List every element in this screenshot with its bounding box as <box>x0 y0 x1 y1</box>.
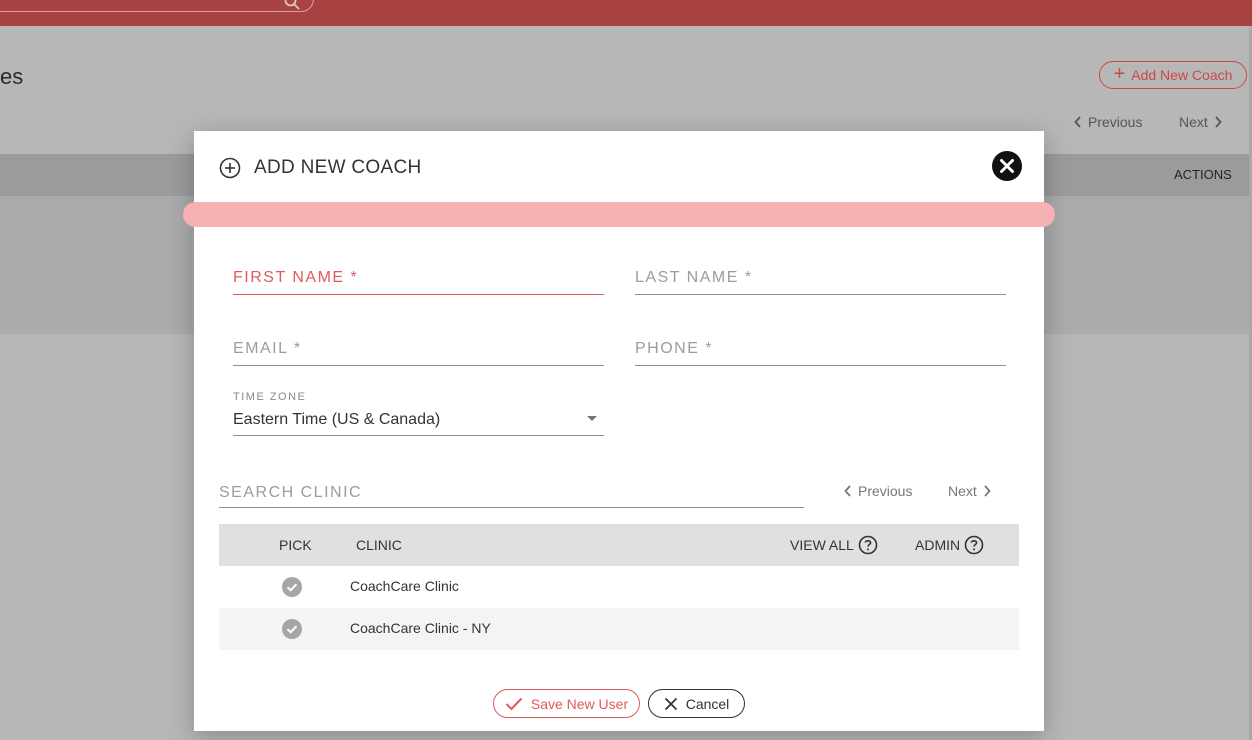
top-app-bar <box>0 0 1252 26</box>
close-icon <box>664 697 677 710</box>
global-search-input[interactable] <box>0 0 314 12</box>
chevron-left-icon <box>1074 116 1081 128</box>
check-circle-icon[interactable] <box>282 619 302 639</box>
clinic-next-label: Next <box>948 483 977 499</box>
page-title: es <box>0 64 24 89</box>
first-name-field[interactable]: FIRST NAME * <box>233 269 608 297</box>
dropdown-caret-icon[interactable] <box>587 416 597 421</box>
admin-column-header: ADMIN <box>915 535 984 555</box>
search-clinic-underline <box>219 507 804 508</box>
add-new-coach-button[interactable]: + Add New Coach <box>1099 61 1247 89</box>
background-previous-label: Previous <box>1088 114 1143 130</box>
last-name-input[interactable] <box>635 269 1010 297</box>
search-clinic-input[interactable]: SEARCH CLINIC <box>219 484 362 502</box>
background-next-button[interactable]: Next <box>1179 114 1222 130</box>
time-zone-select[interactable]: Eastern Time (US & Canada) <box>233 411 440 429</box>
close-icon[interactable] <box>991 150 1023 182</box>
view-all-column-header: VIEW ALL <box>790 535 878 555</box>
check-circle-icon[interactable] <box>282 577 302 597</box>
chevron-left-icon <box>844 485 851 497</box>
admin-label: ADMIN <box>915 537 961 553</box>
last-name-field[interactable]: LAST NAME * <box>635 269 1010 297</box>
clinic-column-header: CLINIC <box>356 537 402 553</box>
add-new-coach-label: Add New Coach <box>1131 67 1233 83</box>
clinic-previous-label: Previous <box>858 483 913 499</box>
plus-icon: + <box>1113 63 1126 85</box>
check-icon <box>505 697 523 710</box>
clinic-table-header: PICK CLINIC VIEW ALL ADMIN <box>219 524 1019 566</box>
chevron-right-icon <box>984 485 991 497</box>
add-circle-icon <box>219 157 241 179</box>
phone-input[interactable] <box>635 340 1010 368</box>
clinic-name: CoachCare Clinic - NY <box>350 620 491 636</box>
dialog-progress-band <box>183 202 1055 227</box>
clinic-next-button[interactable]: Next <box>948 483 991 499</box>
dialog-title: ADD NEW COACH <box>254 157 422 178</box>
first-name-underline <box>233 293 604 295</box>
chevron-right-icon <box>1215 116 1222 128</box>
search-icon[interactable] <box>284 0 300 10</box>
email-field[interactable]: EMAIL * <box>233 340 608 368</box>
time-zone-label: TIME ZONE <box>233 391 307 403</box>
clinic-name: CoachCare Clinic <box>350 578 459 594</box>
email-input[interactable] <box>233 340 608 368</box>
time-zone-underline <box>233 435 604 436</box>
email-underline <box>233 365 604 366</box>
view-all-label: VIEW ALL <box>790 537 854 553</box>
help-icon[interactable] <box>858 535 878 555</box>
clinic-previous-button[interactable]: Previous <box>844 483 912 499</box>
phone-field[interactable]: PHONE * <box>635 340 1010 368</box>
background-next-label: Next <box>1179 114 1208 130</box>
background-actions-header: ACTIONS <box>1174 167 1232 182</box>
background-previous-button[interactable]: Previous <box>1074 114 1142 130</box>
save-new-user-button[interactable]: Save New User <box>493 689 640 718</box>
cancel-button[interactable]: Cancel <box>648 689 745 718</box>
add-coach-dialog: ADD NEW COACH FIRST NAME * LAST NAME * E… <box>183 131 1055 731</box>
phone-underline <box>635 365 1006 366</box>
pick-column-header: PICK <box>279 537 312 553</box>
save-new-user-label: Save New User <box>530 695 629 712</box>
help-icon[interactable] <box>964 535 984 555</box>
cancel-label: Cancel <box>685 695 730 712</box>
table-row[interactable]: CoachCare Clinic <box>219 566 1019 608</box>
table-row[interactable]: CoachCare Clinic - NY <box>219 608 1019 650</box>
last-name-underline <box>635 294 1006 295</box>
